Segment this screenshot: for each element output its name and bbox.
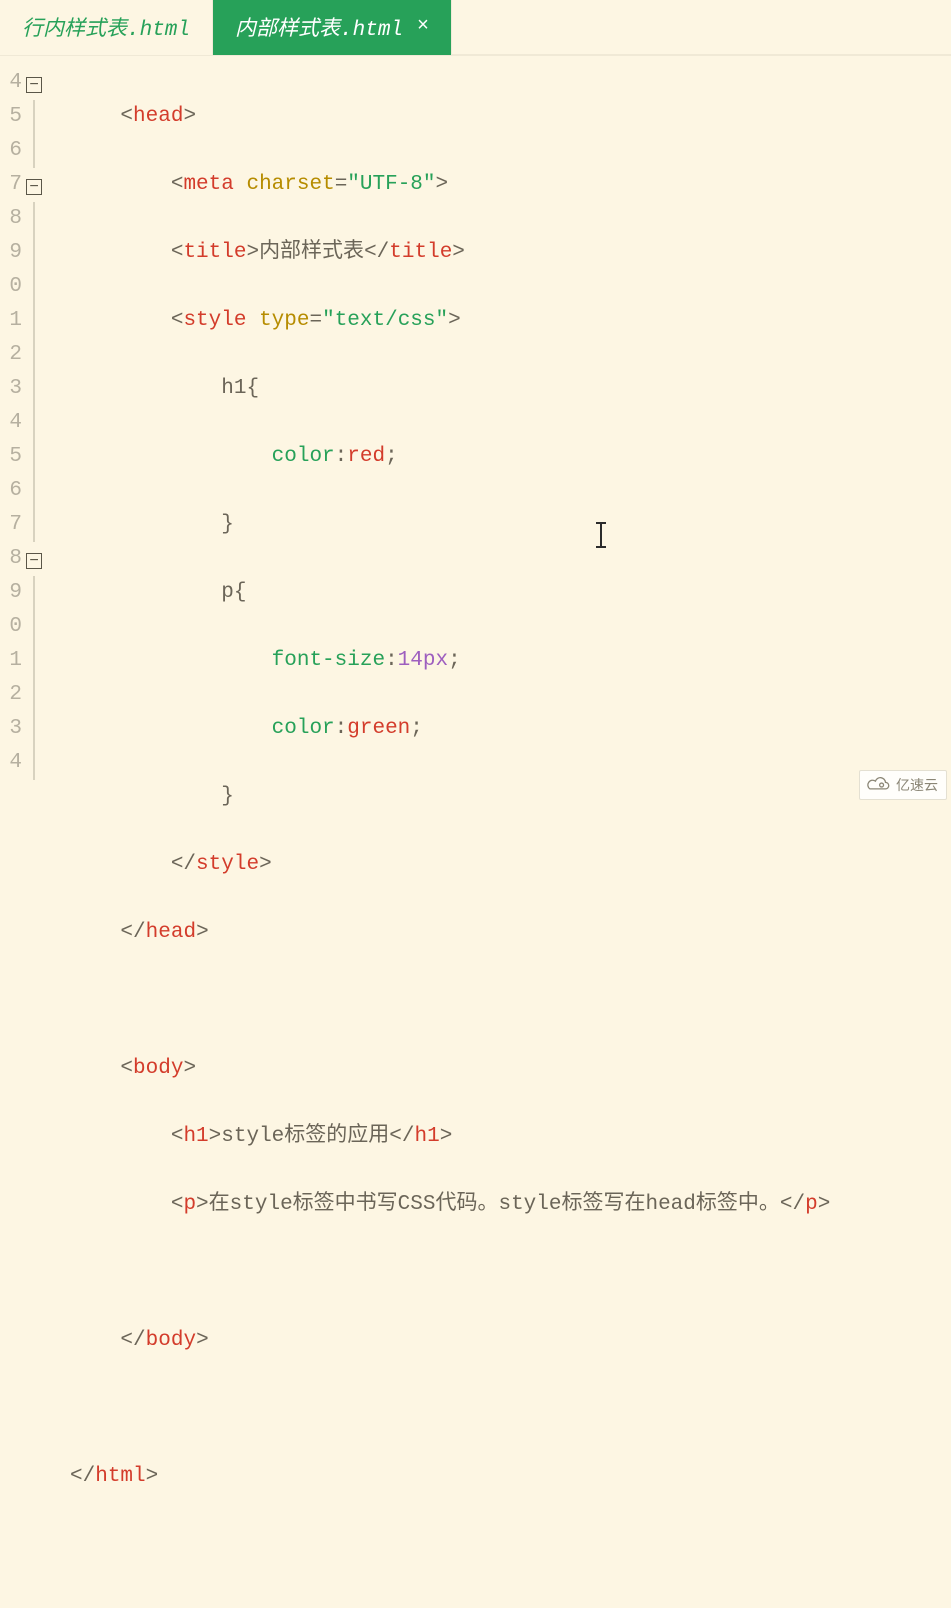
line-number: 9 <box>0 236 22 270</box>
tab-bar: 行内样式表.html 内部样式表.html × <box>0 0 951 56</box>
code-line: </style> <box>70 848 951 882</box>
fold-toggle-icon[interactable]: − <box>26 77 42 93</box>
fold-guide <box>33 440 35 474</box>
code-line: <body> <box>70 1052 951 1086</box>
fold-guide <box>33 644 35 678</box>
line-number: 8 <box>0 542 22 576</box>
code-line: </html> <box>70 1460 951 1494</box>
watermark-badge: 亿速云 <box>859 770 947 800</box>
fold-guide <box>33 100 35 134</box>
code-line: font-size:14px; <box>70 644 951 678</box>
code-line: <style type="text/css"> <box>70 304 951 338</box>
fold-guide <box>33 338 35 372</box>
code-line: color:red; <box>70 440 951 474</box>
fold-toggle-icon[interactable]: − <box>26 179 42 195</box>
code-line <box>70 1256 951 1290</box>
code-line: } <box>70 780 951 814</box>
fold-guide <box>33 746 35 780</box>
tab-inline-style[interactable]: 行内样式表.html <box>0 0 213 55</box>
line-number: 5 <box>0 440 22 474</box>
code-line: <meta charset="UTF-8"> <box>70 168 951 202</box>
line-number: 8 <box>0 202 22 236</box>
line-number-gutter: 4 5 6 7 8 9 0 1 2 3 4 5 6 7 8 9 0 1 2 3 … <box>0 56 22 804</box>
fold-guide <box>33 134 35 168</box>
code-line: } <box>70 508 951 542</box>
tab-label: 内部样式表.html <box>235 12 403 42</box>
line-number: 6 <box>0 134 22 168</box>
line-number: 5 <box>0 100 22 134</box>
tab-internal-style[interactable]: 内部样式表.html × <box>213 0 452 55</box>
code-line: <head> <box>70 100 951 134</box>
code-line: <h1>style标签的应用</h1> <box>70 1120 951 1154</box>
code-editor[interactable]: 4 5 6 7 8 9 0 1 2 3 4 5 6 7 8 9 0 1 2 3 … <box>0 56 951 804</box>
line-number: 4 <box>0 746 22 780</box>
code-line: color:green; <box>70 712 951 746</box>
code-area[interactable]: <head> <meta charset="UTF-8"> <title>内部样… <box>52 56 951 804</box>
fold-gutter: − − − <box>22 56 52 804</box>
fold-guide <box>33 372 35 406</box>
fold-guide <box>33 610 35 644</box>
line-number: 2 <box>0 678 22 712</box>
text-cursor-icon <box>600 522 602 548</box>
fold-guide <box>33 406 35 440</box>
code-line: </head> <box>70 916 951 950</box>
fold-guide <box>33 202 35 236</box>
line-number: 1 <box>0 304 22 338</box>
code-line: <p>在style标签中书写CSS代码。style标签写在head标签中。</p… <box>70 1188 951 1222</box>
code-line: </body> <box>70 1324 951 1358</box>
fold-guide <box>33 236 35 270</box>
fold-guide <box>33 678 35 712</box>
code-line: <title>内部样式表</title> <box>70 236 951 270</box>
fold-guide <box>33 270 35 304</box>
fold-guide <box>33 304 35 338</box>
line-number: 6 <box>0 474 22 508</box>
code-line <box>70 984 951 1018</box>
line-number: 4 <box>0 66 22 100</box>
tab-label: 行内样式表.html <box>22 12 190 42</box>
line-number: 3 <box>0 712 22 746</box>
fold-guide <box>33 576 35 610</box>
code-line: p{ <box>70 576 951 610</box>
line-number: 7 <box>0 168 22 202</box>
line-number: 3 <box>0 372 22 406</box>
line-number: 4 <box>0 406 22 440</box>
watermark-text: 亿速云 <box>896 775 938 795</box>
line-number: 2 <box>0 338 22 372</box>
close-icon[interactable]: × <box>417 17 429 37</box>
line-number: 9 <box>0 576 22 610</box>
line-number: 1 <box>0 644 22 678</box>
code-line: h1{ <box>70 372 951 406</box>
cloud-icon <box>866 777 892 793</box>
line-number: 7 <box>0 508 22 542</box>
fold-guide <box>33 712 35 746</box>
fold-toggle-icon[interactable]: − <box>26 553 42 569</box>
code-line <box>70 1392 951 1426</box>
line-number: 0 <box>0 610 22 644</box>
fold-guide <box>33 474 35 508</box>
fold-guide <box>33 508 35 542</box>
line-number: 0 <box>0 270 22 304</box>
